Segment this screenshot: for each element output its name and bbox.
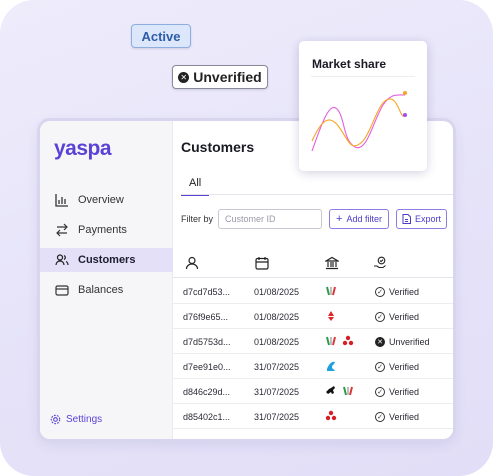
sidebar-item-balances[interactable]: Balances	[40, 278, 173, 302]
unverified-badge: ✕ Unverified	[172, 65, 268, 89]
bank-icon	[323, 256, 341, 275]
customer-id-cell: d7d5753d...	[183, 337, 231, 347]
series-end-dot-2	[403, 113, 407, 117]
bar-chart-icon	[54, 192, 70, 208]
series-end-dot-1	[403, 91, 407, 95]
tab-divider	[181, 194, 453, 195]
status-cell: ✓ Verified	[375, 287, 419, 297]
sidebar-item-label: Payments	[78, 224, 127, 236]
sidebar-item-label: Balances	[78, 284, 124, 296]
black-horse-bank-logo	[325, 385, 337, 397]
close-circle-icon: ✕	[178, 71, 190, 83]
check-circle-icon: ✓	[375, 362, 385, 372]
card-divider	[311, 76, 415, 77]
status-label: Verified	[389, 362, 420, 372]
date-cell: 01/08/2025	[254, 312, 300, 322]
market-share-card: Market share	[299, 41, 427, 171]
green-red-bank-logo	[325, 285, 337, 297]
green-red-bank-logo	[342, 385, 354, 397]
hand-check-icon	[373, 256, 387, 275]
status-cell: ✓ Verified	[375, 362, 419, 372]
date-cell: 31/07/2025	[254, 387, 300, 397]
customer-id-cell: d846c29d...	[183, 387, 231, 397]
status-label: Verified	[389, 387, 420, 397]
arrows-swap-icon	[54, 222, 70, 238]
green-red-bank-logo	[325, 335, 337, 347]
users-icon	[54, 252, 70, 268]
gear-icon	[50, 414, 61, 425]
sidebar: yaspa Overview Payments Customers Balanc…	[40, 121, 173, 439]
sidebar-item-label: Customers	[78, 254, 136, 266]
sidebar-item-payments[interactable]: Payments	[40, 218, 173, 242]
unverified-badge-label: Unverified	[193, 69, 262, 85]
table-row[interactable]: d7cd7d53... 01/08/2025 ✓ Verified	[173, 279, 453, 304]
calendar-icon	[255, 256, 269, 275]
table-row[interactable]: d7ee91e0... 31/07/2025 ✓ Verified	[173, 354, 453, 379]
customer-id-cell: d85402c1...	[183, 412, 231, 422]
check-circle-icon: ✓	[375, 387, 385, 397]
sidebar-item-customers[interactable]: Customers	[40, 248, 173, 272]
export-button[interactable]: Export	[396, 209, 447, 229]
user-icon	[185, 256, 199, 275]
red-cluster-bank-logo	[342, 335, 354, 347]
active-badge: Active	[131, 24, 191, 48]
market-share-sparkline	[311, 91, 407, 152]
check-circle-icon: ✓	[375, 287, 385, 297]
banks-cell	[325, 310, 337, 322]
status-label: Unverified	[389, 337, 430, 347]
banks-cell	[325, 360, 337, 372]
status-label: Verified	[389, 287, 420, 297]
table-header	[173, 252, 453, 278]
series-line-1	[311, 94, 406, 152]
export-label: Export	[414, 214, 441, 224]
close-circle-icon: ✕	[375, 337, 385, 347]
date-cell: 01/08/2025	[254, 287, 300, 297]
customer-id-cell: d76f9e65...	[183, 312, 229, 322]
active-badge-label: Active	[141, 28, 181, 44]
status-cell: ✓ Verified	[375, 412, 419, 422]
page-title: Customers	[181, 139, 255, 155]
date-cell: 31/07/2025	[254, 412, 300, 422]
customer-id-search-input[interactable]: Customer ID	[218, 209, 322, 229]
plus-icon: +	[336, 213, 343, 225]
add-filter-button[interactable]: + Add filter	[329, 209, 389, 229]
check-circle-icon: ✓	[375, 412, 385, 422]
sidebar-item-overview[interactable]: Overview	[40, 188, 173, 212]
red-bank-logo	[325, 310, 337, 322]
table-row[interactable]: d846c29d... 31/07/2025 ✓ Verified	[173, 379, 453, 404]
customer-id-cell: d7ee91e0...	[183, 362, 231, 372]
table-row[interactable]: d76f9e65... 01/08/2025 ✓ Verified	[173, 304, 453, 329]
market-share-title: Market share	[312, 57, 387, 71]
table-row[interactable]: d85402c1... 31/07/2025 ✓ Verified	[173, 404, 453, 429]
date-cell: 31/07/2025	[254, 362, 300, 372]
document-icon	[402, 214, 411, 224]
series-line-2	[311, 98, 406, 147]
table-row[interactable]: d7d5753d... 01/08/2025 ✕ Unverified	[173, 329, 453, 354]
yaspa-logo: yaspa	[54, 137, 112, 160]
settings-link[interactable]: Settings	[50, 414, 102, 425]
filter-label: Filter by	[181, 214, 214, 224]
banks-cell	[325, 410, 337, 422]
date-cell: 01/08/2025	[254, 337, 300, 347]
status-cell: ✕ Unverified	[375, 337, 430, 347]
status-cell: ✓ Verified	[375, 312, 419, 322]
wallet-icon	[54, 282, 70, 298]
banks-cell	[325, 285, 337, 297]
settings-label: Settings	[66, 414, 103, 425]
blue-bank-logo	[325, 360, 337, 372]
red-cluster-bank-logo	[325, 410, 337, 422]
status-label: Verified	[389, 312, 420, 322]
banks-cell	[325, 385, 354, 397]
sidebar-item-label: Overview	[78, 194, 124, 206]
status-cell: ✓ Verified	[375, 387, 419, 397]
status-label: Verified	[389, 412, 420, 422]
check-circle-icon: ✓	[375, 312, 385, 322]
add-filter-label: Add filter	[346, 214, 382, 224]
banks-cell	[325, 335, 354, 347]
customer-id-cell: d7cd7d53...	[183, 287, 231, 297]
